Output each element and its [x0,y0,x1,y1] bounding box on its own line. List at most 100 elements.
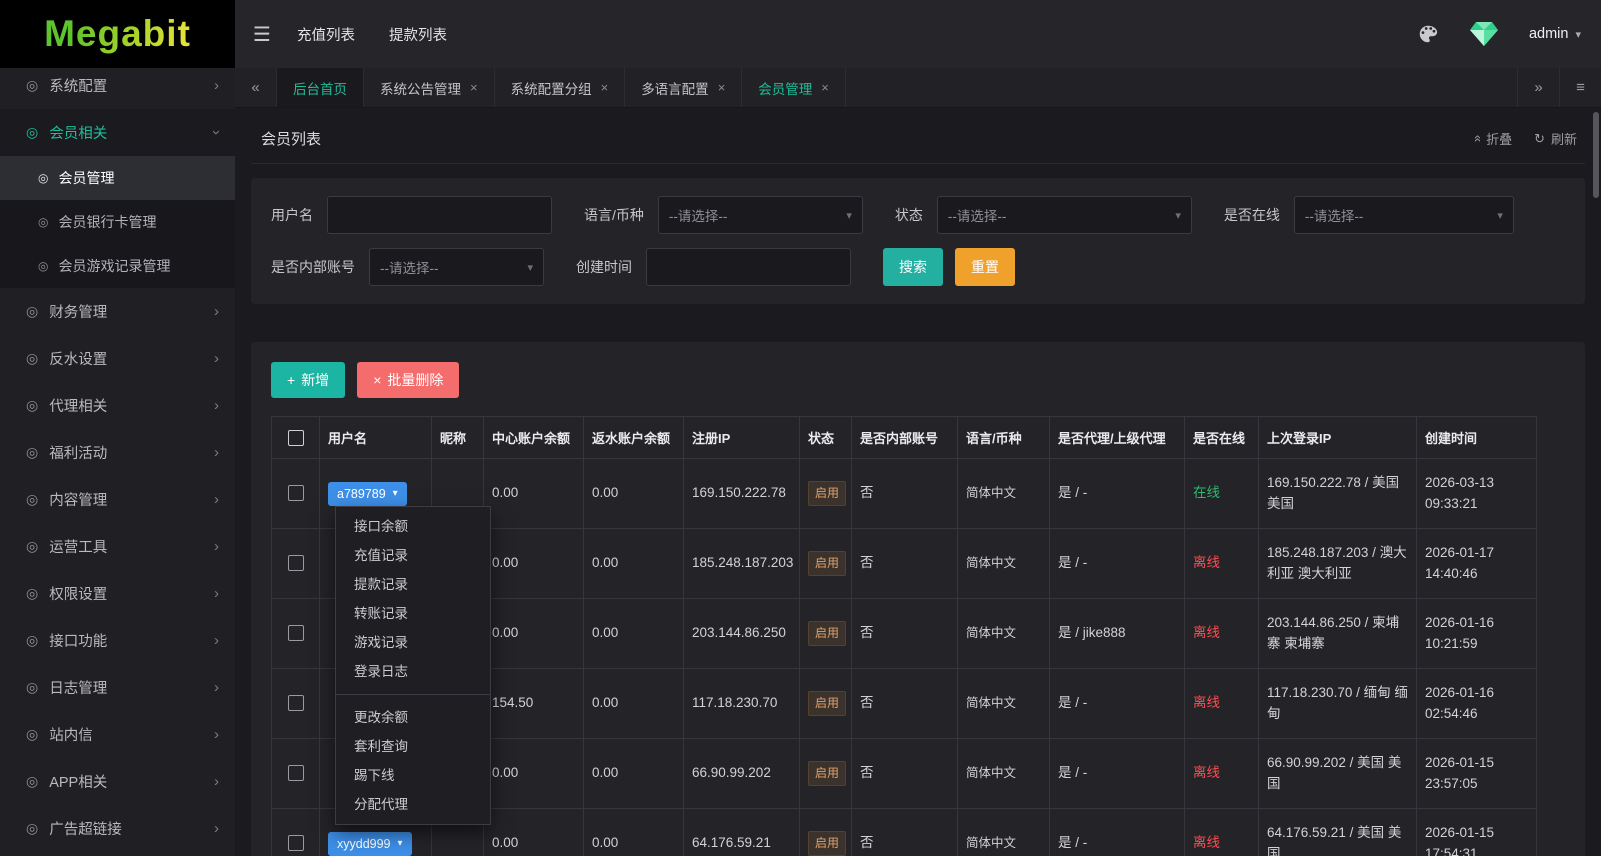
table-panel: + 新增 × 批量删除 用户名 昵称 中心账户余额 返水账户余额 注册IP 状态 是否内部账… [251,342,1585,856]
nav-item[interactable]: 充值列表 [297,24,355,45]
add-button[interactable]: + 新增 [271,362,346,398]
internal-cell: 否 [851,808,958,856]
sidebar-item[interactable]: ◎ 接口功能 › [0,617,235,664]
column-header: 返水账户余额 [583,416,684,459]
row-checkbox[interactable] [287,695,304,712]
chevron-icon: › [208,130,225,135]
center-balance-cell: 154.50 [483,668,584,739]
sidebar-subitem[interactable]: ◎ 会员游戏记录管理 [0,244,235,288]
menu-item[interactable]: 充值记录 [336,541,490,570]
tab[interactable]: 系统公告管理 × [364,68,495,107]
gem-icon[interactable] [1467,19,1501,49]
tabs-scroll-left-icon[interactable]: « [235,68,277,107]
menu-item[interactable]: 分配代理 [336,790,490,819]
tabs-scroll-right-icon[interactable]: » [1517,68,1559,107]
username-dropdown-button[interactable]: a789789 ▾ [328,481,407,506]
created-time-cell: 2026-03-13 09:33:21 [1416,458,1537,529]
chevron-icon: › [214,491,219,508]
row-checkbox[interactable] [287,835,304,852]
tab-label: 多语言配置 [641,81,709,97]
nav-item[interactable]: 提款列表 [389,24,447,45]
menu-item[interactable]: 套利查询 [336,732,490,761]
created-time-cell: 2026-01-15 23:57:05 [1416,738,1537,809]
online-select[interactable]: --请选择-- ▾ [1293,196,1514,234]
created-time-input[interactable] [646,248,851,286]
close-icon[interactable]: × [601,80,609,95]
sidebar-item[interactable]: ◎ 内容管理 › [0,476,235,523]
sidebar-item[interactable]: ◎ 运营工具 › [0,523,235,570]
menu-item[interactable]: 接口余额 [336,512,490,541]
menu-item[interactable]: 更改余额 [336,703,490,732]
sidebar-item[interactable]: ◎ 站内信 › [0,711,235,758]
select-all-checkbox[interactable] [287,429,304,446]
chevron-icon: › [214,444,219,461]
sidebar-item[interactable]: ◎ 反水设置 › [0,335,235,382]
menu-item[interactable]: 游戏记录 [336,628,490,657]
sidebar-subitem-label: 会员银行卡管理 [58,214,157,230]
sidebar-item[interactable]: ◎ 会员相关 › [0,109,235,156]
header-nav: 充值列表 提款列表 [289,0,447,68]
sidebar-item[interactable]: ◎ 系统配置 › [0,68,235,109]
collapse-button[interactable]: » 折叠 [1469,129,1512,148]
sidebar-item[interactable]: ◎ 福利活动 › [0,429,235,476]
row-checkbox[interactable] [287,625,304,642]
tabs-menu-icon[interactable]: ≡ [1559,68,1601,107]
menu-item[interactable]: 踢下线 [336,761,490,790]
internal-select[interactable]: --请选择-- ▾ [369,248,544,286]
reset-button[interactable]: 重置 [955,248,1015,286]
row-checkbox[interactable] [287,485,304,502]
theme-palette-icon[interactable] [1417,23,1439,45]
user-menu[interactable]: admin ▾ [1529,26,1581,42]
caret-down-icon: ▾ [1575,28,1581,41]
created-time-cell: 2026-01-17 14:40:46 [1416,528,1537,599]
row-checkbox[interactable] [287,555,304,572]
chevron-icon: › [214,820,219,837]
username-input[interactable] [327,196,552,234]
menu-item[interactable]: 提款记录 [336,570,490,599]
batch-delete-button[interactable]: × 批量删除 [357,362,460,398]
language-cell: 简体中文 [957,458,1050,529]
sidebar-item[interactable]: ◎ 日志管理 › [0,664,235,711]
circle-icon: ◎ [26,397,39,413]
chevron-icon: › [214,538,219,555]
tab[interactable]: 后台首页 [277,68,364,107]
language-select[interactable]: --请选择-- ▾ [657,196,863,234]
refresh-icon: ↻ [1534,130,1545,146]
sidebar-subitem[interactable]: ◎ 会员管理 [0,156,235,200]
search-button[interactable]: 搜索 [883,248,943,286]
circle-icon: ◎ [26,585,39,601]
last-login-ip-cell: 203.144.86.250 / 柬埔寨 柬埔寨 [1258,598,1417,669]
register-ip-cell: 64.176.59.21 [683,808,800,856]
tab[interactable]: 多语言配置 × [625,68,743,107]
username-dropdown-button[interactable]: xyydd999 ▾ [328,831,412,856]
sidebar-item[interactable]: ◎ 代理相关 › [0,382,235,429]
page-head: 会员列表 » 折叠 ↻ 刷新 [251,120,1585,164]
sidebar-subitem[interactable]: ◎ 会员银行卡管理 [0,200,235,244]
status-select[interactable]: --请选择-- ▾ [936,196,1192,234]
window-scrollbar[interactable] [1593,112,1599,198]
status-badge: 启用 [808,621,847,646]
chevron-icon: › [214,679,219,696]
language-cell: 简体中文 [957,598,1050,669]
logo[interactable]: Megabit [0,0,235,68]
close-icon[interactable]: × [718,80,726,95]
menu-item[interactable]: 转账记录 [336,599,490,628]
circle-icon: ◎ [26,77,39,93]
sidebar-item[interactable]: ◎ APP相关 › [0,758,235,805]
page-tools: » 折叠 ↻ 刷新 [1469,129,1577,148]
sidebar-item[interactable]: ◎ 权限设置 › [0,570,235,617]
tab[interactable]: 会员管理 × [742,68,846,107]
tab[interactable]: 系统配置分组 × [495,68,626,107]
sidebar-item-label: 代理相关 [49,399,108,415]
sidebar-subitem-label: 会员游戏记录管理 [58,258,171,274]
sidebar-item[interactable]: ◎ 财务管理 › [0,288,235,335]
refresh-button[interactable]: ↻ 刷新 [1534,129,1577,148]
hamburger-icon[interactable]: ☰ [235,0,289,68]
register-ip-cell: 66.90.99.202 [683,738,800,809]
close-icon[interactable]: × [470,80,478,95]
sidebar-item[interactable]: ◎ 广告超链接 › [0,805,235,852]
row-checkbox[interactable] [287,765,304,782]
close-icon[interactable]: × [821,80,829,95]
column-header: 是否内部账号 [851,416,958,459]
menu-item[interactable]: 登录日志 [336,657,490,686]
